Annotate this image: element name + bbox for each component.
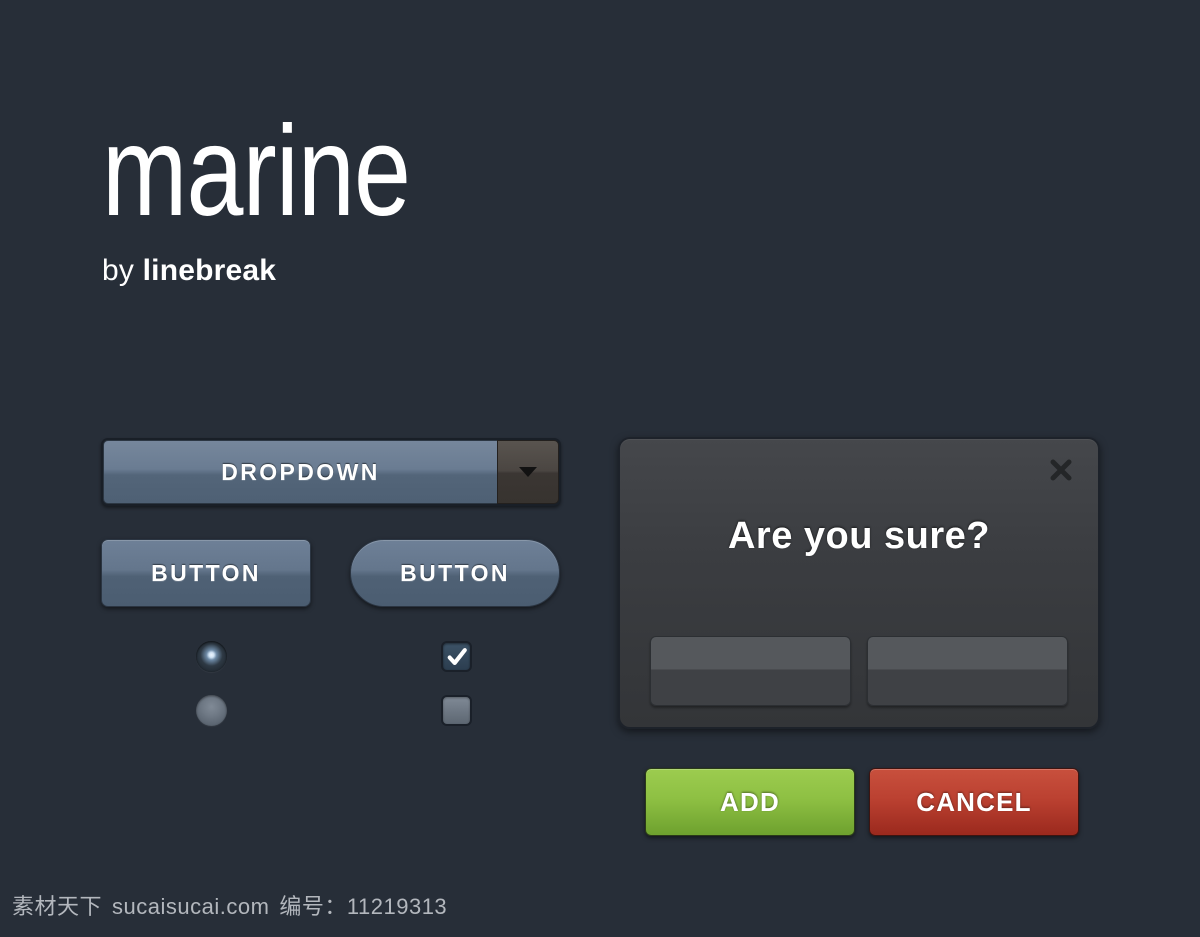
confirmation-dialog: Are you sure?	[618, 437, 1100, 729]
pill-button[interactable]: BUTTON	[350, 539, 560, 607]
watermark-site-url: sucaisucai.com	[112, 894, 270, 919]
dialog-field-1[interactable]	[650, 636, 851, 706]
watermark-site-cn: 素材天下	[12, 894, 103, 919]
radio-unselected[interactable]	[196, 695, 227, 726]
dropdown-toggle-button[interactable]	[497, 440, 559, 504]
page-title: marine	[102, 100, 411, 243]
add-button[interactable]: ADD	[645, 768, 855, 836]
chevron-down-icon	[519, 467, 537, 477]
controls-panel: DROPDOWN BUTTON BUTTON	[101, 438, 571, 740]
button-row: BUTTON BUTTON	[101, 539, 571, 607]
rectangular-button-label: BUTTON	[151, 559, 261, 586]
dropdown-label: DROPDOWN	[221, 458, 380, 485]
brand-block: marine by linebreak	[102, 108, 487, 288]
close-icon	[1050, 459, 1072, 481]
dropdown-display[interactable]: DROPDOWN	[103, 440, 497, 504]
watermark-id-label: 编号：	[279, 894, 347, 919]
add-button-label: ADD	[720, 786, 780, 817]
checkbox-off-icon	[441, 695, 472, 726]
checkbox-on-icon	[441, 641, 472, 672]
cancel-button[interactable]: CANCEL	[869, 768, 1079, 836]
dialog-close-button[interactable]	[1044, 453, 1078, 487]
dialog-field-row	[650, 636, 1068, 706]
radio-off-icon	[196, 695, 227, 726]
radio-selected[interactable]	[196, 641, 227, 672]
checkbox-checked[interactable]	[441, 641, 472, 672]
dropdown[interactable]: DROPDOWN	[101, 438, 561, 506]
dialog-title: Are you sure?	[727, 515, 991, 557]
watermark: 素材天下 sucaisucai.com 编号：11219313	[12, 889, 447, 921]
watermark-id-value: 11219313	[346, 894, 448, 919]
rectangular-button[interactable]: BUTTON	[101, 539, 311, 607]
radio-on-icon	[196, 641, 227, 672]
brand-subtitle: by linebreak	[102, 254, 487, 288]
pill-button-label: BUTTON	[400, 559, 510, 586]
checkbox-unchecked[interactable]	[441, 695, 472, 726]
toggle-group	[101, 635, 561, 740]
brand-by-prefix: by	[102, 254, 143, 287]
app-root: marine by linebreak DROPDOWN BUTTON BUTT…	[0, 0, 1200, 937]
dialog-field-2[interactable]	[867, 636, 1068, 706]
cancel-button-label: CANCEL	[916, 786, 1032, 817]
brand-author: linebreak	[142, 254, 277, 287]
dialog-action-row: ADD CANCEL	[645, 768, 1079, 836]
